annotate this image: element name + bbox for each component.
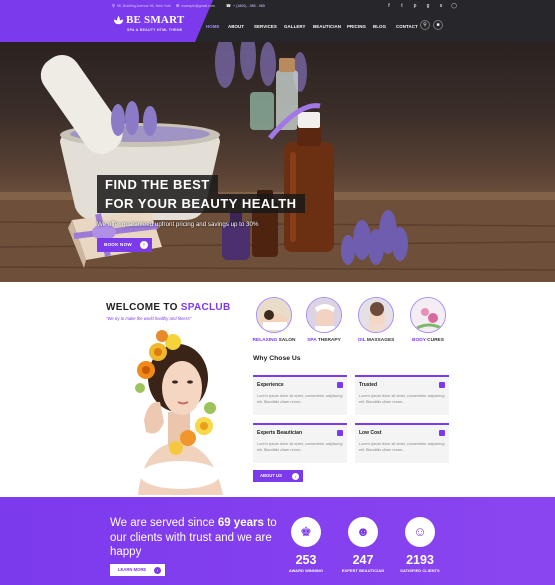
experts-icon <box>337 430 343 436</box>
card-title: Trusted <box>359 382 378 388</box>
band-heading: We are served since 69 years to our clie… <box>110 516 290 560</box>
stat-number: 2193 <box>406 553 434 567</box>
low-cost-icon <box>439 430 445 436</box>
why-choose-heading: Why Chose Us <box>253 355 301 362</box>
hero-heading-line2: FOR YOUR BEAUTY HEALTH <box>97 194 305 213</box>
book-now-button[interactable]: BOOK NOW › <box>97 238 152 252</box>
nav-home[interactable]: HOME <box>206 24 220 29</box>
service-label: SPA THERAPY <box>307 338 341 343</box>
card-title: Experience <box>257 382 284 388</box>
nav-gallery[interactable]: GALLERY <box>284 24 306 29</box>
service-body-cures[interactable]: BODY CURES <box>410 297 446 343</box>
about-us-label: ABOUT US <box>260 473 282 478</box>
band-heading-a: We are served since <box>110 517 218 529</box>
users-icon: ☻ <box>348 517 378 547</box>
brand-name: BE SMART <box>126 14 185 26</box>
phone-info[interactable]: ☎ + (1800) - 985 - 985 <box>226 3 265 8</box>
stat-number: 247 <box>352 553 374 567</box>
service-label: BODY CURES <box>412 338 444 343</box>
woman-with-flowers-image <box>135 330 223 495</box>
address-text: 96, Building Avenue 96, New York <box>116 3 171 8</box>
arrow-right-icon: › <box>154 566 161 574</box>
welcome-subtitle: "We try to make the world healthy and fi… <box>106 316 192 321</box>
header-bar: BE SMART SPA & BEAUTY HTML THEME ⚲ 96, B… <box>0 0 555 42</box>
book-now-label: BOOK NOW <box>104 242 132 247</box>
service-body-cures-image <box>410 297 446 333</box>
about-us-button[interactable]: ABOUT US › <box>253 470 303 482</box>
map-pin-icon: ⚲ <box>112 3 115 8</box>
service-spa-therapy-image <box>306 297 342 333</box>
email-text: example@gmail.com <box>181 3 215 8</box>
card-text: Lorem ipsum dolor sit amet, consectetur … <box>359 442 445 452</box>
stat-satisfied-clients: ☺ 2193 SATISFIED CLIENTS <box>390 517 450 573</box>
service-label: OIL MASSAGES <box>357 338 395 343</box>
hero-banner: FIND THE BEST FOR YOUR BEAUTY HEALTH We … <box>0 42 555 282</box>
facebook-icon[interactable]: f <box>386 3 392 9</box>
trophy-icon: ♚ <box>291 517 321 547</box>
stat-label: SATISFIED CLIENTS <box>400 568 440 573</box>
smile-icon: ☺ <box>405 517 435 547</box>
welcome-heading: WELCOME TO SPACLUB <box>106 302 230 313</box>
twitter-icon[interactable]: t <box>399 3 405 9</box>
learn-more-label: LEARN MORE <box>118 567 147 572</box>
pinterest-icon[interactable]: p <box>412 3 418 9</box>
hero-spa-image <box>0 42 555 282</box>
stat-label: AWARD WINNING <box>288 568 324 573</box>
card-title: Experts Beautician <box>257 430 303 436</box>
welcome-heading-accent: SPACLUB <box>180 302 231 313</box>
nav-contact[interactable]: CONTACT <box>396 24 418 29</box>
stat-label: EXPERT BEAUTICIAN <box>341 568 385 573</box>
card-text: Lorem ipsum dolor sit amet, consectetur … <box>257 394 343 404</box>
arrow-right-icon: › <box>140 241 148 249</box>
service-spa-therapy[interactable]: SPA THERAPY <box>306 297 342 343</box>
feature-card-trusted: Trusted Lorem ipsum dolor sit amet, cons… <box>355 375 449 415</box>
welcome-heading-prefix: WELCOME TO <box>106 302 181 313</box>
stat-number: 253 <box>295 553 317 567</box>
band-heading-years: 69 years <box>217 517 264 529</box>
phone-text: + (1800) - 985 - 985 <box>232 3 265 8</box>
nav-pricing[interactable]: PRICING <box>347 24 366 29</box>
card-text: Lorem ipsum dolor sit amet, consectetur … <box>257 442 343 452</box>
feature-card-experience: Experience Lorem ipsum dolor sit amet, c… <box>253 375 347 415</box>
service-relaxing-salon-image <box>256 297 292 333</box>
stat-expert-beautician: ☻ 247 EXPERT BEAUTICIAN <box>333 517 393 573</box>
nav-services[interactable]: SERVICES <box>254 24 277 29</box>
service-oil-massages[interactable]: OIL MASSAGES <box>358 297 394 343</box>
trusted-icon <box>439 382 445 388</box>
google-plus-icon[interactable]: g <box>425 3 431 9</box>
nav-blog[interactable]: BLOG <box>373 24 386 29</box>
service-oil-massages-image <box>358 297 394 333</box>
card-text: Lorem ipsum dolor sit amet, consectetur … <box>359 394 445 404</box>
hero-heading-line1: FIND THE BEST <box>97 175 218 194</box>
feature-card-low-cost: Low Cost Lorem ipsum dolor sit amet, con… <box>355 423 449 463</box>
phone-icon: ☎ <box>226 3 231 8</box>
service-label: RELAXING SALON <box>252 338 296 343</box>
skype-icon[interactable]: s <box>438 3 444 9</box>
hero-subtitle: We offer guaranteed upfront pricing and … <box>97 221 259 228</box>
nav-about[interactable]: ABOUT <box>228 24 244 29</box>
feature-card-experts: Experts Beautician Lorem ipsum dolor sit… <box>253 423 347 463</box>
service-relaxing-salon[interactable]: RELAXING SALON <box>253 297 295 343</box>
address-info: ⚲ 96, Building Avenue 96, New York <box>112 3 171 8</box>
nav-beautician[interactable]: BEAUTICIAN <box>313 24 341 29</box>
instagram-icon[interactable]: ◯ <box>451 3 457 9</box>
learn-more-button[interactable]: LEARN MORE › <box>110 564 165 576</box>
card-title: Low Cost <box>359 430 382 436</box>
mail-icon: ✉ <box>176 3 180 8</box>
email-info[interactable]: ✉ example@gmail.com <box>176 3 215 8</box>
search-icon[interactable]: ⚲ <box>420 20 430 30</box>
arrow-right-icon: › <box>292 472 299 480</box>
stat-award-winning: ♚ 253 AWARD WINNING <box>276 517 336 573</box>
cart-icon[interactable]: ■ <box>433 20 443 30</box>
brand-tagline: SPA & BEAUTY HTML THEME <box>127 28 183 32</box>
lotus-logo-icon <box>113 15 124 25</box>
experience-icon <box>337 382 343 388</box>
